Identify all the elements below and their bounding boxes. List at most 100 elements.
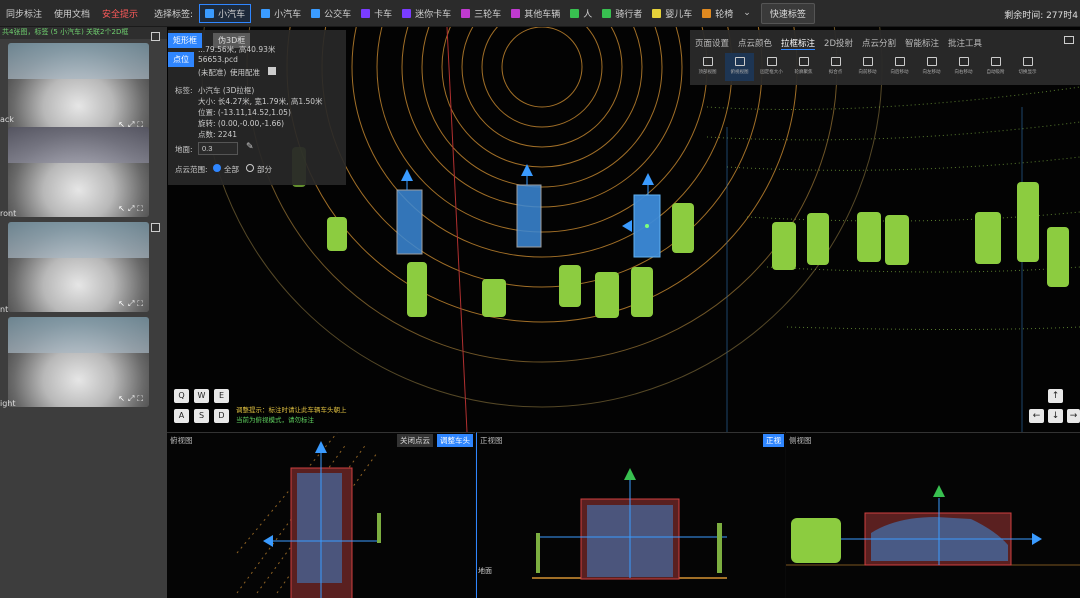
arrow-down-key[interactable]: ↓ xyxy=(1048,409,1063,423)
tag-2[interactable]: 公交车 xyxy=(311,7,351,20)
range-label: 点云范围: xyxy=(175,165,208,174)
tool-tab-1[interactable]: 点云颜色 xyxy=(738,37,772,50)
top-view-panel[interactable]: 俯视图 关闭点云 调整车头 xyxy=(167,432,475,598)
camera-header: 共4张图，标签 (5 小汽车) 关联2个2D框 xyxy=(0,27,167,39)
tag-color-swatch xyxy=(652,8,662,18)
tag-color-swatch xyxy=(570,8,580,18)
tag-0[interactable]: 小汽车 xyxy=(199,3,252,23)
annotation-hint: 调整提示：标注时请让此车辆车头朝上 当前为俯视模式，请勿标注 xyxy=(236,405,347,425)
box-position: 位置: (-13.11,14.52,1.05) xyxy=(198,108,291,117)
tool-icon xyxy=(766,57,777,66)
pen-icon[interactable]: ✎ xyxy=(246,142,254,152)
tool-label: 拟合点 xyxy=(828,70,843,75)
arrow-left-key[interactable]: ← xyxy=(1029,409,1044,423)
tool-icon xyxy=(990,57,1001,66)
docs-link[interactable]: 使用文档 xyxy=(54,7,90,20)
tag-color-swatch xyxy=(402,8,412,18)
camera-controls-icon[interactable]: ↖⤢⛶ xyxy=(118,204,146,214)
tag-label: 婴儿车 xyxy=(665,9,693,20)
tag-7[interactable]: 人 xyxy=(570,7,592,20)
tool-label: 向右移动 xyxy=(954,70,973,75)
range-all-label: 全部 xyxy=(224,165,239,174)
key-w[interactable]: W xyxy=(194,389,209,403)
key-a[interactable]: A xyxy=(174,409,189,423)
key-e[interactable]: E xyxy=(214,389,229,403)
tool-icon xyxy=(1022,57,1033,66)
range-all-radio[interactable] xyxy=(213,164,221,172)
box-dimensions: ...79.56米, 高40.93米 xyxy=(198,45,276,54)
ground-caption: 地面 xyxy=(478,567,492,575)
tag-4[interactable]: 迷你卡车 xyxy=(402,7,451,20)
tool-button-9[interactable]: 自动吸附 xyxy=(981,53,1010,81)
top-view-canvas[interactable] xyxy=(167,433,475,598)
safety-tip-link[interactable]: 安全提示 xyxy=(102,7,138,20)
tool-tab-3[interactable]: 2D投射 xyxy=(824,37,853,50)
tag-9[interactable]: 婴儿车 xyxy=(652,7,692,20)
tag-color-swatch xyxy=(261,8,271,18)
tool-tab-4[interactable]: 点云分割 xyxy=(862,37,896,50)
tab-rectangle[interactable]: 矩形框 xyxy=(168,33,202,48)
tool-panel: 页面设置 点云颜色 拉框标注 2D投射 点云分割 智能标注 批注工具 顶部视图 俯视视图 固定框… xyxy=(690,30,1080,85)
camera-controls-icon[interactable]: ↖⤢⛶ xyxy=(118,299,146,309)
select-tag-label: 选择标签: xyxy=(154,9,194,20)
camera-label: ront xyxy=(0,209,17,218)
tool-button-10[interactable]: 切换显示 xyxy=(1013,53,1042,81)
tag-6[interactable]: 其他车辆 xyxy=(511,7,560,20)
tool-icon xyxy=(958,57,969,66)
key-q[interactable]: Q xyxy=(174,389,189,403)
tag-color-swatch xyxy=(461,8,471,18)
tool-button-5[interactable]: 向前移动 xyxy=(853,53,882,81)
settings-icon[interactable] xyxy=(1064,36,1074,44)
tag-1[interactable]: 小汽车 xyxy=(261,7,301,20)
expand-icon[interactable] xyxy=(151,223,160,232)
arrow-right-key[interactable]: → xyxy=(1067,409,1080,423)
sync-annotation-link[interactable]: 同步标注 xyxy=(6,7,42,20)
tag-color-swatch xyxy=(602,8,612,18)
camera-view-left[interactable]: ↖⤢⛶ xyxy=(8,222,149,312)
tool-tab-2[interactable]: 拉框标注 xyxy=(781,37,816,50)
tool-button-3[interactable]: 轮廓聚焦 xyxy=(789,53,818,81)
ground-input[interactable] xyxy=(198,142,238,155)
range-part-radio[interactable] xyxy=(246,164,254,172)
camera-label: ight xyxy=(0,399,16,408)
tool-button-7[interactable]: 向左移动 xyxy=(917,53,946,81)
tab-point[interactable]: 点位 xyxy=(168,52,194,67)
key-d[interactable]: D xyxy=(214,409,229,423)
tag-5[interactable]: 三轮车 xyxy=(461,7,501,20)
tool-button-0[interactable]: 顶部视图 xyxy=(693,53,722,81)
camera-label: ack xyxy=(0,115,14,124)
tool-label: 自动吸附 xyxy=(986,70,1005,75)
camera-view-right[interactable]: ↖⤢⛶ xyxy=(8,317,149,407)
tag-label: 标签: xyxy=(175,86,193,95)
tool-tab-0[interactable]: 页面设置 xyxy=(695,37,729,50)
tool-label: 俯视视图 xyxy=(730,70,749,75)
tool-button-4[interactable]: 拟合点 xyxy=(821,53,850,81)
tool-tab-6[interactable]: 批注工具 xyxy=(948,37,982,50)
remaining-time: 剩余时间: 277时4 xyxy=(1004,11,1078,21)
tag-3[interactable]: 卡车 xyxy=(361,7,392,20)
use-match-toggle[interactable]: 使用配准 xyxy=(230,67,260,78)
camera-view-front[interactable]: ↖⤢⛶ xyxy=(8,127,149,217)
camera-controls-icon[interactable]: ↖⤢⛶ xyxy=(118,394,146,404)
unmatched-status: (未配准) xyxy=(198,68,227,77)
match-checkbox[interactable] xyxy=(268,67,276,75)
side-view-canvas[interactable] xyxy=(786,433,1080,598)
tag-10[interactable]: 轮椅 xyxy=(702,7,733,20)
tag-label: 公交车 xyxy=(324,9,352,20)
tool-button-8[interactable]: 向右移动 xyxy=(949,53,978,81)
tool-button-2[interactable]: 固定框大小 xyxy=(757,53,786,81)
key-s[interactable]: S xyxy=(194,409,209,423)
front-view-panel[interactable]: 正视图 正视 xyxy=(476,432,785,598)
tool-button-6[interactable]: 向后移动 xyxy=(885,53,914,81)
quick-tag-button[interactable]: 快速标签 xyxy=(760,2,815,24)
front-view-canvas[interactable] xyxy=(477,433,785,598)
tool-tab-5[interactable]: 智能标注 xyxy=(905,37,939,50)
camera-view-back[interactable]: ↖⤢⛶ xyxy=(8,43,149,133)
annotation-info-panel: 矩形框 伪3D框 点位 ...79.56米, 高40.93米 56653.pcd… xyxy=(168,30,346,185)
expand-icon[interactable] xyxy=(151,32,160,41)
arrow-up-key[interactable]: ↑ xyxy=(1048,389,1063,403)
chevron-down-icon[interactable]: ⌄ xyxy=(743,8,751,18)
tool-button-1[interactable]: 俯视视图 xyxy=(725,53,754,81)
tag-8[interactable]: 骑行者 xyxy=(602,7,642,20)
side-view-panel[interactable]: 侧视图 xyxy=(786,432,1080,598)
